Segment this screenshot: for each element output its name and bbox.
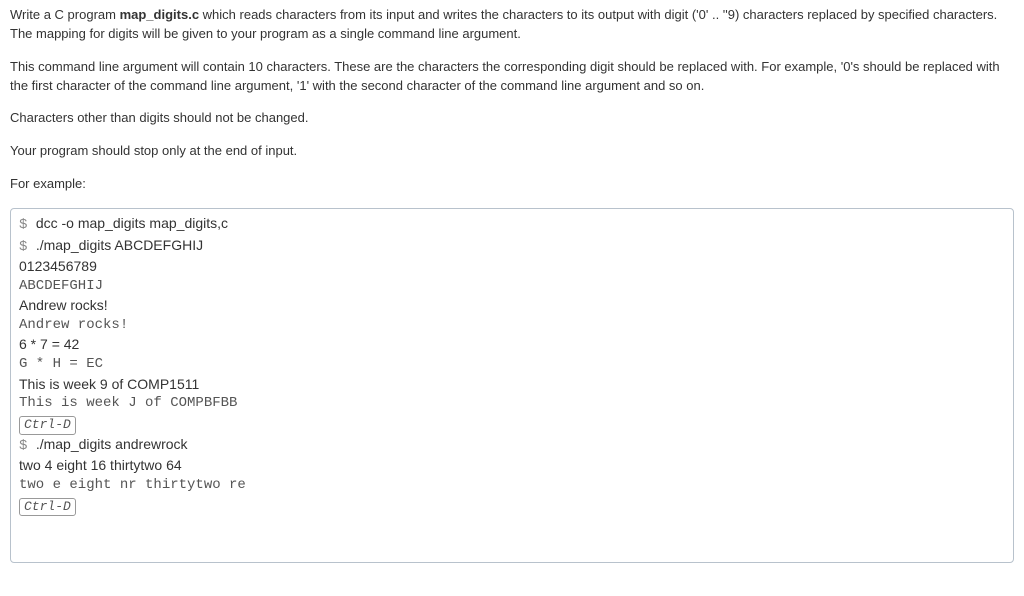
terminal-example: $ dcc -o map_digits map_digits,c $ ./map… <box>10 208 1014 563</box>
command-text: dcc -o map_digits map_digits,c <box>36 215 228 231</box>
terminal-line: 6 * 7 = 42 <box>19 335 1005 355</box>
terminal-line: Ctrl-D <box>19 496 1005 517</box>
terminal-line: $ ./map_digits ABCDEFGHIJ <box>19 236 1005 258</box>
paragraph-4: Characters other than digits should not … <box>10 109 1014 128</box>
terminal-line: $ ./map_digits andrewrock <box>19 435 1005 457</box>
terminal-output: G * H = EC <box>19 355 1005 375</box>
paragraph-6: For example: <box>10 175 1014 194</box>
keyboard-shortcut: Ctrl-D <box>19 416 76 435</box>
paragraph-1-pre: Write a C program <box>10 7 120 22</box>
terminal-output: ABCDEFGHIJ <box>19 277 1005 297</box>
terminal-line: two 4 eight 16 thirtytwo 64 <box>19 456 1005 476</box>
terminal-output: Andrew rocks! <box>19 316 1005 336</box>
prompt-symbol: $ <box>19 217 36 233</box>
instructions-block: Write a C program map_digits.c which rea… <box>10 6 1014 194</box>
prompt-symbol: $ <box>19 438 36 454</box>
paragraph-1-post: which reads characters from its input an… <box>199 7 997 22</box>
paragraph-5: Your program should stop only at the end… <box>10 142 1014 161</box>
command-text: ./map_digits ABCDEFGHIJ <box>36 237 203 253</box>
prompt-symbol: $ <box>19 239 36 255</box>
paragraph-2: The mapping for digits will be given to … <box>10 26 521 41</box>
paragraph-3: This command line argument will contain … <box>10 58 1014 96</box>
program-name: map_digits.c <box>120 7 199 22</box>
command-text: ./map_digits andrewrock <box>36 436 188 452</box>
terminal-line: Andrew rocks! <box>19 296 1005 316</box>
terminal-line: $ dcc -o map_digits map_digits,c <box>19 214 1005 236</box>
paragraph-1: Write a C program map_digits.c which rea… <box>10 6 1014 44</box>
terminal-output: This is week J of COMPBFBB <box>19 394 1005 414</box>
keyboard-shortcut: Ctrl-D <box>19 498 76 517</box>
terminal-output: two e eight nr thirtytwo re <box>19 476 1005 496</box>
terminal-line: 0123456789 <box>19 257 1005 277</box>
terminal-line: Ctrl-D <box>19 414 1005 435</box>
terminal-line: This is week 9 of COMP1511 <box>19 375 1005 395</box>
